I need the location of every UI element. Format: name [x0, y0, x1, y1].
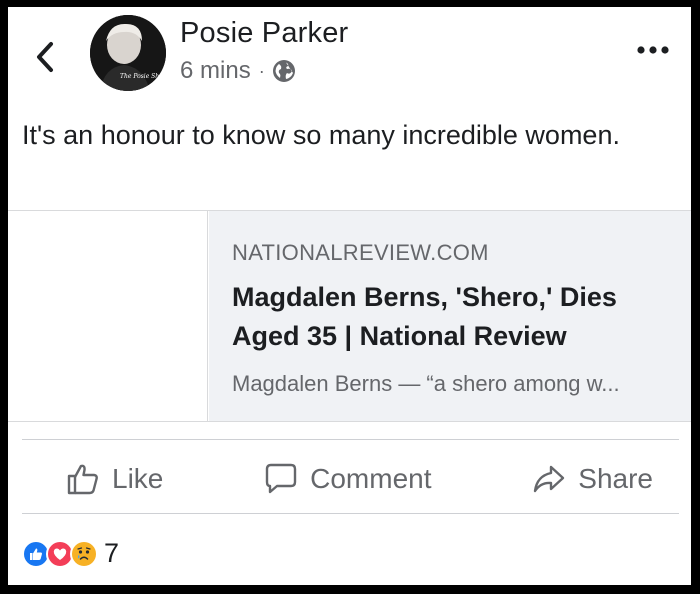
chevron-left-icon: [37, 42, 53, 72]
link-body[interactable]: NATIONALREVIEW.COM Magdalen Berns, 'Sher…: [209, 211, 691, 421]
link-description: Magdalen Berns — “a shero among w...: [232, 371, 620, 396]
author-name[interactable]: Posie Parker: [180, 17, 348, 50]
reactions-summary[interactable]: 7: [22, 538, 119, 569]
comment-label: Comment: [310, 463, 432, 494]
avatar[interactable]: The Posie Show: [90, 15, 166, 91]
comment-bubble-icon: [265, 463, 297, 494]
more-options-button[interactable]: [635, 35, 671, 65]
post-meta: 6 mins ·: [180, 57, 296, 85]
back-button[interactable]: [30, 37, 60, 77]
svg-text:The Posie Show: The Posie Show: [120, 73, 166, 80]
actions-bottom-divider: [22, 513, 679, 514]
link-thumbnail[interactable]: [8, 211, 208, 421]
link-domain: NATIONALREVIEW.COM: [232, 240, 489, 265]
share-arrow-icon: [534, 465, 565, 493]
link-title[interactable]: Magdalen Berns, 'Shero,' Dies Aged 35 | …: [232, 278, 672, 356]
post-time[interactable]: 6 mins: [180, 57, 251, 85]
share-button[interactable]: Share: [526, 454, 659, 504]
share-label: Share: [578, 463, 653, 494]
post-text: It's an honour to know so many incredibl…: [22, 120, 620, 150]
reaction-count[interactable]: 7: [104, 538, 119, 569]
action-bar: Like Comment Share: [22, 447, 679, 511]
avatar-image: The Posie Show: [90, 15, 166, 91]
meta-separator: ·: [258, 60, 265, 81]
globe-icon[interactable]: [272, 59, 296, 83]
link-preview[interactable]: NATIONALREVIEW.COM Magdalen Berns, 'Sher…: [8, 210, 691, 422]
sad-reaction-icon: [70, 539, 98, 568]
thumbs-up-icon: [67, 464, 98, 495]
post-card: The Posie Show Posie Parker 6 mins · It'…: [8, 7, 691, 585]
more-horizontal-icon: [637, 46, 669, 54]
comment-button[interactable]: Comment: [258, 454, 437, 504]
like-button[interactable]: Like: [60, 454, 169, 504]
actions-top-divider: [22, 439, 679, 440]
like-label: Like: [112, 463, 164, 494]
